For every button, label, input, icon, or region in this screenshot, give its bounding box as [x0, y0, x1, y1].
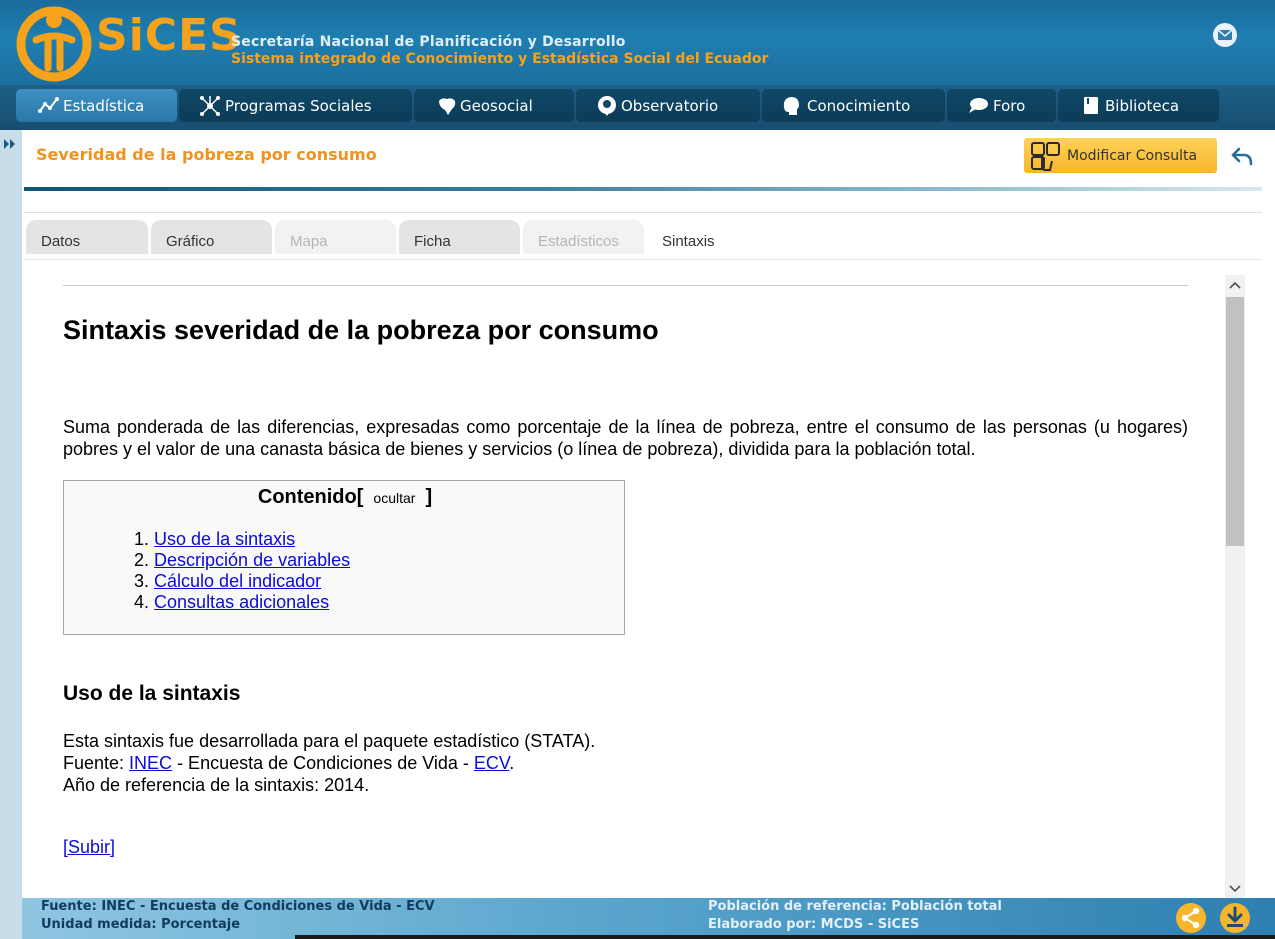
scroll-thumb[interactable] [1226, 297, 1244, 546]
double-chevron-right-icon[interactable] [2, 138, 18, 150]
logo-text: SiCES [96, 10, 242, 61]
mail-icon[interactable] [1212, 22, 1238, 48]
section-line: Esta sintaxis fue desarrollada para el p… [63, 731, 596, 751]
system-name: Sistema integrado de Conocimiento y Esta… [231, 51, 769, 67]
tab-label: Datos [41, 233, 81, 250]
footer-unit: Unidad medida: Porcentaje [41, 917, 241, 932]
table-of-contents: Contenido[ocultar] 1. Uso de la sintaxis… [63, 480, 625, 635]
nav-biblioteca[interactable]: Biblioteca [1058, 89, 1219, 122]
toc-item: 4. Consultas adicionales [134, 592, 350, 613]
toc-link-calculo[interactable]: Cálculo del indicador [154, 571, 321, 591]
window-bottom-edge [295, 935, 1275, 939]
tab-grafico[interactable]: Gráfico [151, 220, 272, 254]
source-suffix: . [509, 753, 515, 773]
section-source-line: Fuente: INEC - Encuesta de Condiciones d… [63, 752, 595, 774]
footer-source: Fuente: INEC - Encuesta de Condiciones d… [41, 899, 435, 914]
tab-divider [24, 259, 1262, 260]
network-icon [200, 96, 220, 116]
nav-conocimiento[interactable]: Conocimiento [762, 89, 945, 122]
toc-item-number: 3. [134, 571, 150, 591]
nav-label: Conocimiento [807, 96, 911, 115]
toc-link-uso[interactable]: Uso de la sintaxis [154, 529, 295, 549]
head-icon [783, 97, 799, 115]
section-line: Año de referencia de la sintaxis: 2014. [63, 775, 370, 795]
toc-link-consultas[interactable]: Consultas adicionales [154, 592, 329, 612]
download-icon[interactable] [1219, 902, 1251, 934]
nav-label: Biblioteca [1105, 96, 1180, 115]
nav-programas-sociales[interactable]: Programas Sociales [179, 89, 412, 122]
toc-link-descripcion[interactable]: Descripción de variables [154, 550, 350, 570]
toc-title: Contenido [257, 486, 357, 508]
location-pin-icon [598, 96, 616, 116]
tab-label: Gráfico [166, 233, 215, 250]
toc-item-number: 4. [134, 592, 150, 612]
chat-icon [969, 98, 988, 113]
back-arrow-icon[interactable] [1230, 144, 1254, 168]
nav-observatorio[interactable]: Observatorio [576, 89, 760, 122]
tab-label: Ficha [414, 233, 451, 250]
nav-label: Geosocial [460, 96, 533, 115]
content-divider [63, 285, 1188, 286]
scroll-up-icon[interactable] [1225, 275, 1245, 295]
org-name: Secretaría Nacional de Planificación y D… [231, 34, 626, 50]
toc-list: 1. Uso de la sintaxis 2. Descripción de … [134, 529, 350, 613]
map-icon [439, 98, 456, 115]
section-body: Esta sintaxis fue desarrollada para el p… [63, 730, 595, 796]
nav-geosocial[interactable]: Geosocial [414, 89, 574, 122]
chart-line-icon [38, 97, 59, 113]
tab-sintaxis[interactable]: Sintaxis [647, 220, 762, 254]
tab-label: Estadísticos [538, 233, 619, 250]
book-icon [1084, 97, 1098, 114]
nav-label: Estadística [63, 96, 145, 115]
tab-ficha[interactable]: Ficha [399, 220, 520, 254]
toc-item: 2. Descripción de variables [134, 550, 350, 571]
footer-population: Población de referencia: Población total [708, 899, 1002, 914]
modify-query-icon [1031, 142, 1060, 171]
nav-label: Observatorio [621, 96, 719, 115]
section-heading: Uso de la sintaxis [63, 682, 241, 705]
tab-estadisticos: Estadísticos [523, 220, 644, 254]
modify-query-button[interactable]: Modificar Consulta [1024, 138, 1217, 173]
tab-mapa: Mapa [275, 220, 396, 254]
divider [24, 212, 1262, 213]
ecv-link[interactable]: ECV [474, 753, 509, 773]
content-scrollbar[interactable] [1225, 275, 1245, 898]
title-divider [24, 187, 1262, 191]
page-title: Severidad de la pobreza por consumo [36, 145, 377, 164]
tab-label: Sintaxis [662, 233, 715, 250]
toc-item: 1. Uso de la sintaxis [134, 529, 350, 550]
document-heading: Sintaxis severidad de la pobreza por con… [63, 315, 659, 345]
toc-heading: Contenido[ocultar] [64, 486, 626, 509]
side-panel-strip [0, 130, 22, 939]
inec-link[interactable]: INEC [129, 753, 172, 773]
sices-logo-icon [16, 6, 92, 82]
back-to-top-link[interactable]: [Subir] [63, 837, 115, 858]
nav-estadistica[interactable]: Estadística [16, 89, 177, 122]
nav-label: Programas Sociales [225, 96, 372, 115]
toc-item-number: 1. [134, 529, 150, 549]
main-nav: Estadística Programas Sociales Geosocial… [0, 85, 1275, 130]
scroll-down-icon[interactable] [1225, 878, 1245, 898]
toc-bracket-close: ] [425, 486, 433, 508]
syntax-content: Sintaxis severidad de la pobreza por con… [24, 275, 1222, 898]
footer-author: Elaborado por: MCDS - SiCES [708, 917, 920, 932]
document-description: Suma ponderada de las diferencias, expre… [63, 417, 1188, 459]
share-icon[interactable] [1175, 902, 1207, 934]
toc-item: 3. Cálculo del indicador [134, 571, 350, 592]
tab-label: Mapa [290, 233, 328, 250]
source-middle: - Encuesta de Condiciones de Vida - [172, 753, 474, 773]
tab-datos[interactable]: Datos [26, 220, 148, 254]
toc-item-number: 2. [134, 550, 150, 570]
nav-foro[interactable]: Foro [947, 89, 1056, 122]
modify-query-label: Modificar Consulta [1067, 147, 1198, 164]
toc-hide-toggle[interactable]: ocultar [363, 490, 425, 506]
header: SiCES Secretaría Nacional de Planificaci… [0, 0, 1275, 85]
source-prefix: Fuente: [63, 753, 130, 773]
nav-label: Foro [993, 96, 1026, 115]
footer-bar: Fuente: INEC - Encuesta de Condiciones d… [22, 898, 1275, 939]
